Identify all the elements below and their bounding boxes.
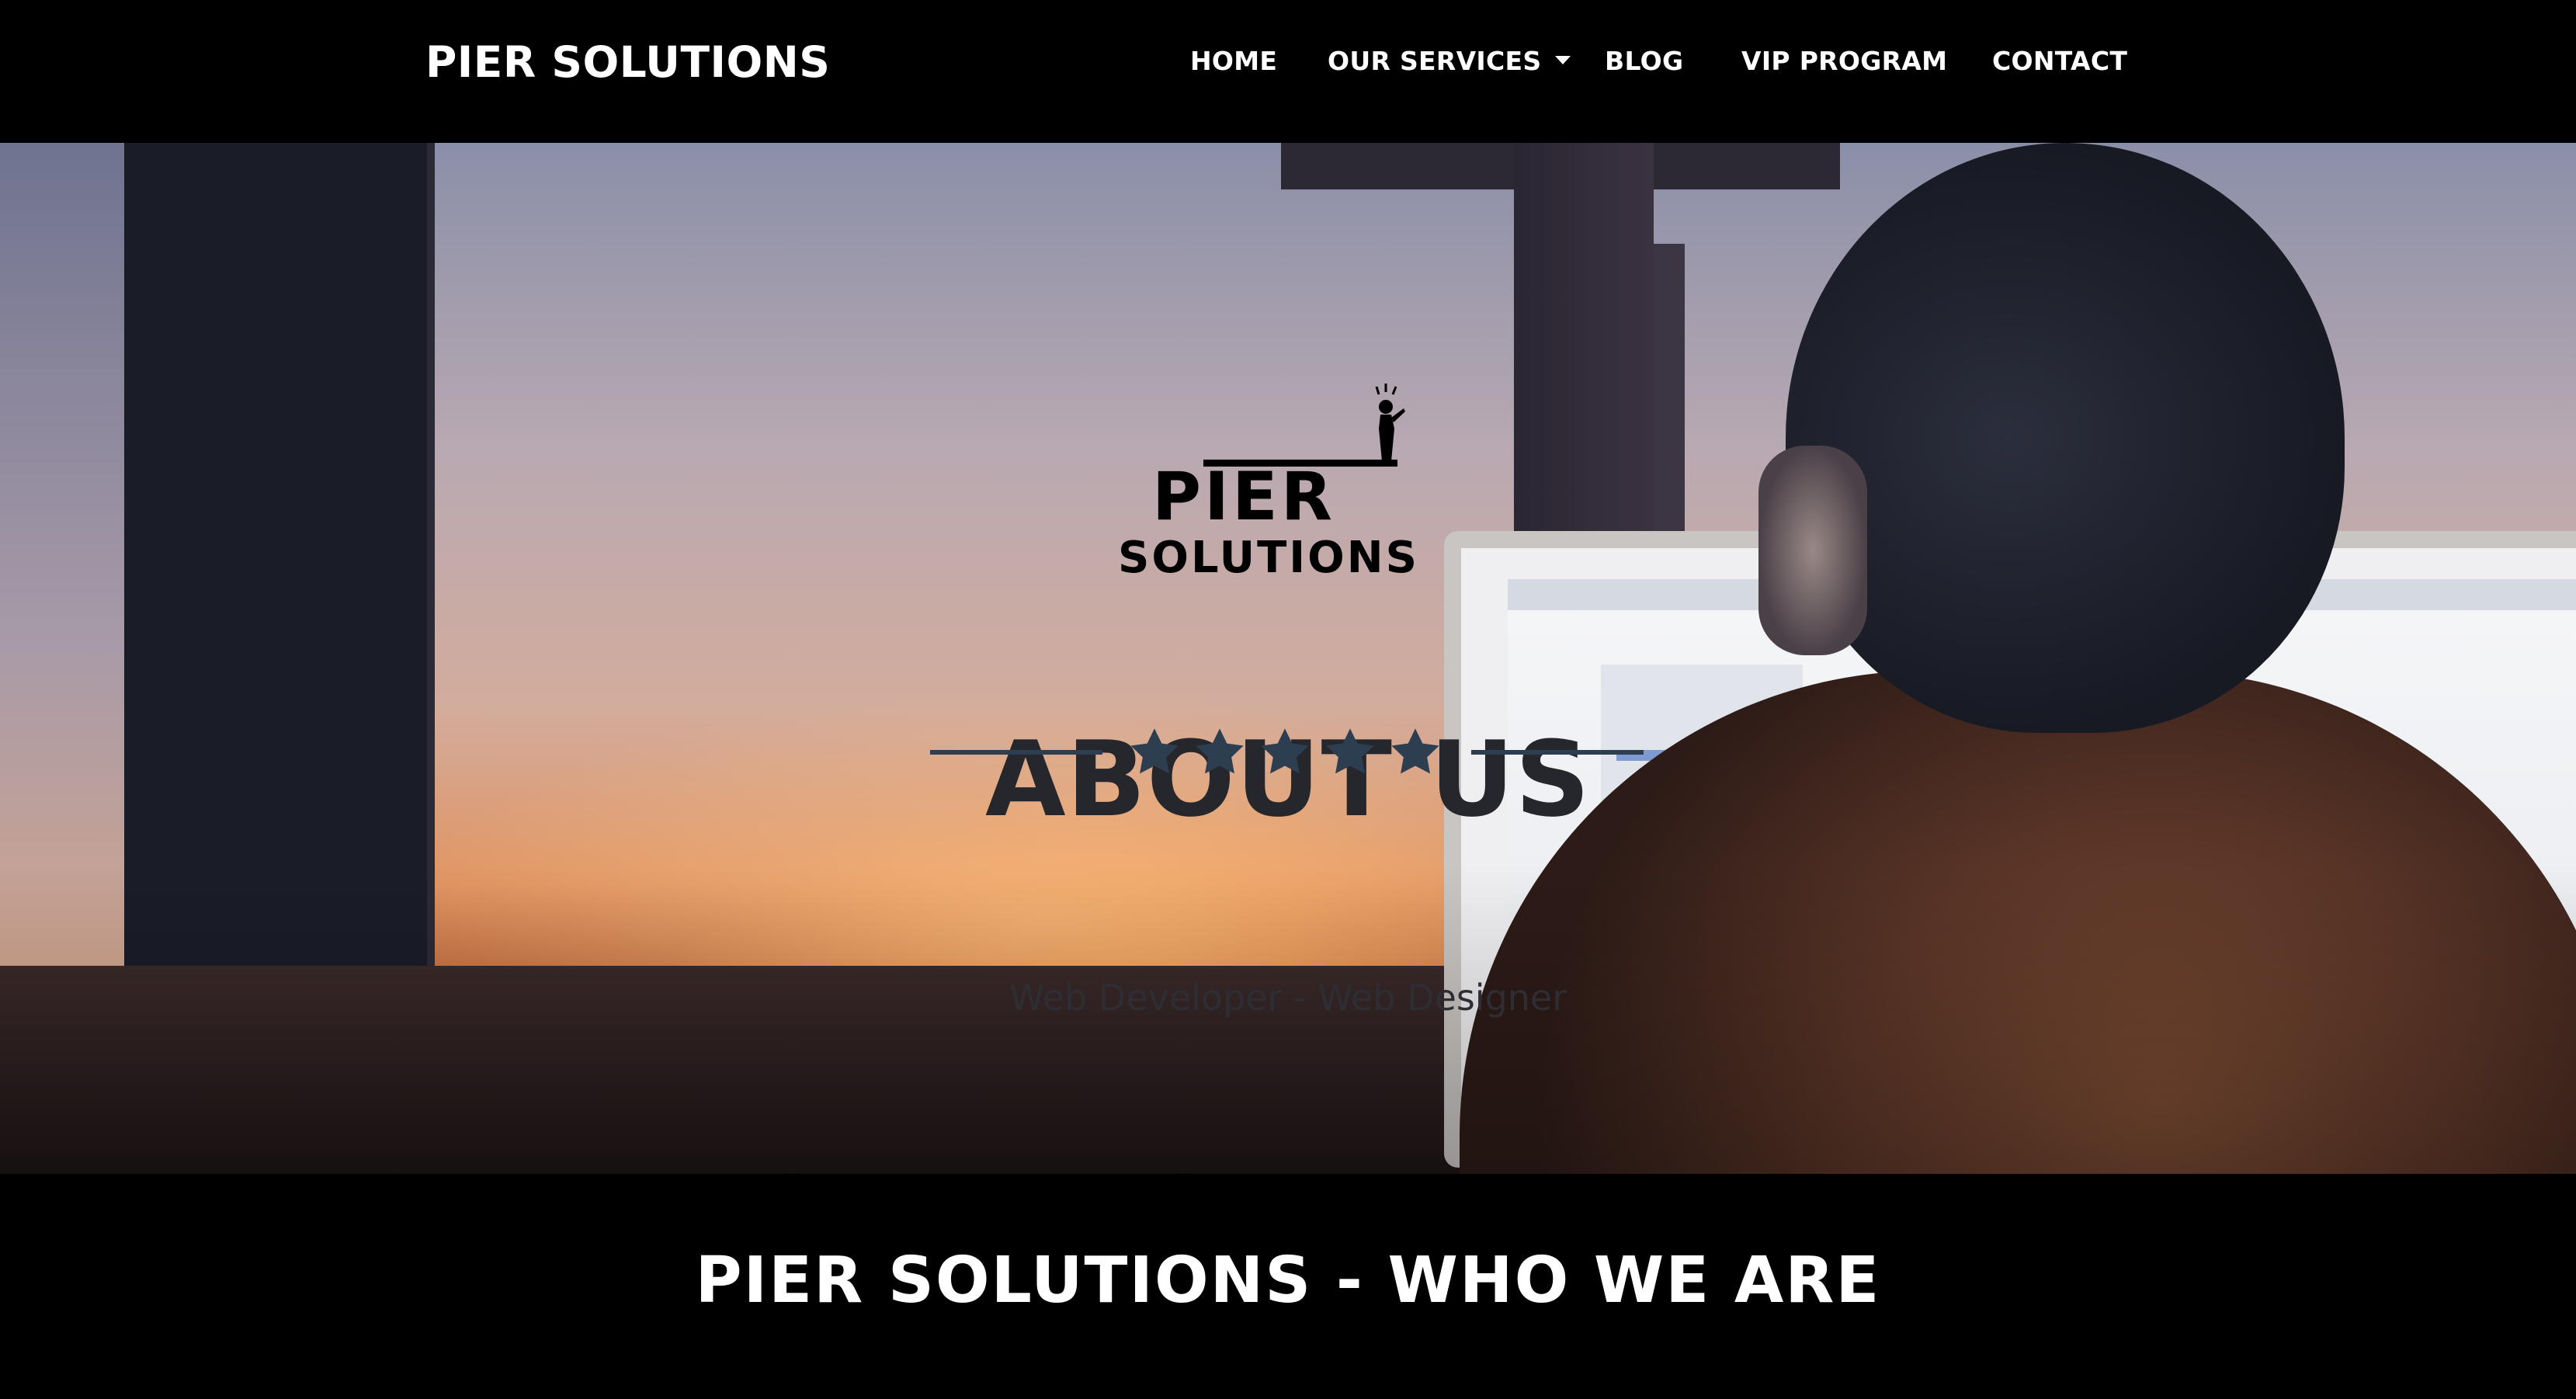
who-we-are-section: PIER SOLUTIONS - WHO WE ARE bbox=[0, 1174, 2576, 1399]
nav-contact-link[interactable]: CONTACT bbox=[1992, 40, 2127, 82]
nav-home-link[interactable]: HOME bbox=[1190, 40, 1277, 82]
logo-text-pier: PIER bbox=[1152, 458, 1335, 536]
nav-vip-program-link[interactable]: VIP PROGRAM bbox=[1741, 40, 1947, 82]
navbar: PIER SOLUTIONS HOME OUR SERVICES BLOG VI… bbox=[0, 0, 2576, 143]
logo-text-solutions: SOLUTIONS bbox=[1118, 533, 1419, 583]
nav-services-dropdown[interactable]: OUR SERVICES bbox=[1328, 40, 1571, 82]
star-rating bbox=[1127, 725, 1453, 779]
star-icon bbox=[1261, 728, 1309, 774]
nav-menu: HOME OUR SERVICES BLOG VIP PROGRAM CONTA… bbox=[0, 40, 2576, 82]
divider-line-right bbox=[1471, 750, 1644, 755]
caret-down-icon bbox=[1555, 56, 1571, 64]
section-title: PIER SOLUTIONS - WHO WE ARE bbox=[695, 1244, 1881, 1317]
star-icon bbox=[1391, 728, 1439, 774]
divider-line-left bbox=[930, 750, 1102, 755]
logo-figure-icon bbox=[1203, 384, 1405, 467]
star-icon bbox=[1130, 728, 1179, 774]
hero-subtitle: Web Developer - Web Designer bbox=[1009, 977, 1567, 1019]
company-logo: PIER SOLUTIONS bbox=[1102, 384, 1452, 601]
nav-services-label: OUR SERVICES bbox=[1328, 46, 1542, 76]
star-icon bbox=[1196, 728, 1244, 774]
nav-blog-link[interactable]: BLOG bbox=[1605, 40, 1683, 82]
star-icon bbox=[1326, 728, 1374, 774]
